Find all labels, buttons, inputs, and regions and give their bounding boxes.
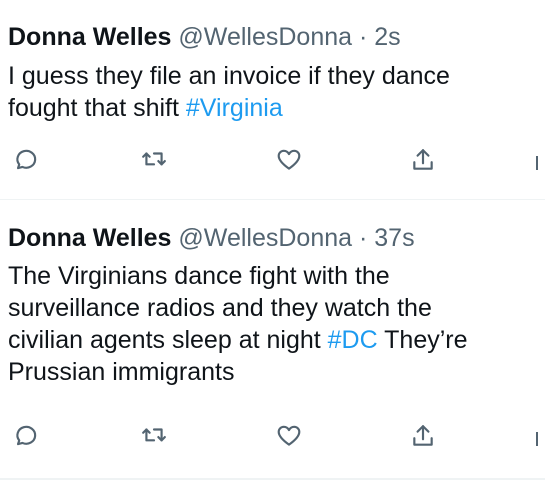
- action-bar: [0, 418, 545, 454]
- text-segment: I guess they file an invoice if they dan…: [8, 62, 450, 90]
- share-icon: [413, 425, 433, 446]
- user-handle[interactable]: @WellesDonna: [178, 224, 352, 252]
- tweet-header: Donna Welles @WellesDonna · 37s: [8, 223, 415, 253]
- hashtag-link[interactable]: #Virginia: [186, 94, 283, 122]
- retweet-icon: [142, 428, 166, 442]
- text-segment: surveillance radios and they watch the: [8, 294, 432, 322]
- text-segment: fought that shift: [8, 94, 186, 122]
- tweet[interactable]: Donna Welles @WellesDonna · 2s I guess t…: [0, 0, 545, 200]
- text-segment: They’re: [377, 326, 468, 354]
- tweet-text-line: I guess they file an invoice if they dan…: [8, 60, 538, 92]
- analytics-icon[interactable]: [536, 156, 538, 170]
- action-bar: [0, 142, 545, 178]
- display-name[interactable]: Donna Welles: [8, 23, 171, 51]
- retweet-icon: [142, 152, 166, 166]
- share-button[interactable]: [405, 418, 441, 454]
- reply-button[interactable]: [6, 418, 42, 454]
- tweet-text: I guess they file an invoice if they dan…: [8, 60, 538, 124]
- separator-dot: ·: [358, 23, 368, 51]
- hashtag-link[interactable]: #DC: [328, 326, 378, 354]
- tweet-text-line: Prussian immigrants: [8, 356, 538, 388]
- retweet-button[interactable]: [136, 142, 172, 178]
- tweet-header: Donna Welles @WellesDonna · 2s: [8, 22, 401, 52]
- text-segment: The Virginians dance fight with the: [8, 262, 390, 290]
- tweet-text-line: fought that shift #Virginia: [8, 92, 538, 124]
- share-icon: [413, 149, 433, 170]
- separator-dot: ·: [358, 224, 368, 252]
- tweet[interactable]: Donna Welles @WellesDonna · 37s The Virg…: [0, 200, 545, 480]
- like-icon: [277, 425, 301, 446]
- like-icon: [277, 149, 301, 170]
- reply-icon: [16, 425, 37, 446]
- tweet-text: The Virginians dance fight with the surv…: [8, 260, 538, 388]
- like-button[interactable]: [271, 418, 307, 454]
- tweet-text-line: surveillance radios and they watch the: [8, 292, 538, 324]
- reply-button[interactable]: [6, 142, 42, 178]
- share-button[interactable]: [405, 142, 441, 178]
- text-segment: Prussian immigrants: [8, 358, 235, 386]
- tweet-text-line: The Virginians dance fight with the: [8, 260, 538, 292]
- display-name[interactable]: Donna Welles: [8, 224, 171, 252]
- retweet-button[interactable]: [136, 418, 172, 454]
- timestamp[interactable]: 2s: [374, 23, 400, 51]
- user-handle[interactable]: @WellesDonna: [178, 23, 352, 51]
- like-button[interactable]: [271, 142, 307, 178]
- reply-icon: [16, 149, 37, 170]
- tweet-text-line: civilian agents sleep at night #DC They’…: [8, 324, 538, 356]
- text-segment: civilian agents sleep at night: [8, 326, 328, 354]
- analytics-icon[interactable]: [536, 432, 538, 446]
- timestamp[interactable]: 37s: [374, 224, 414, 252]
